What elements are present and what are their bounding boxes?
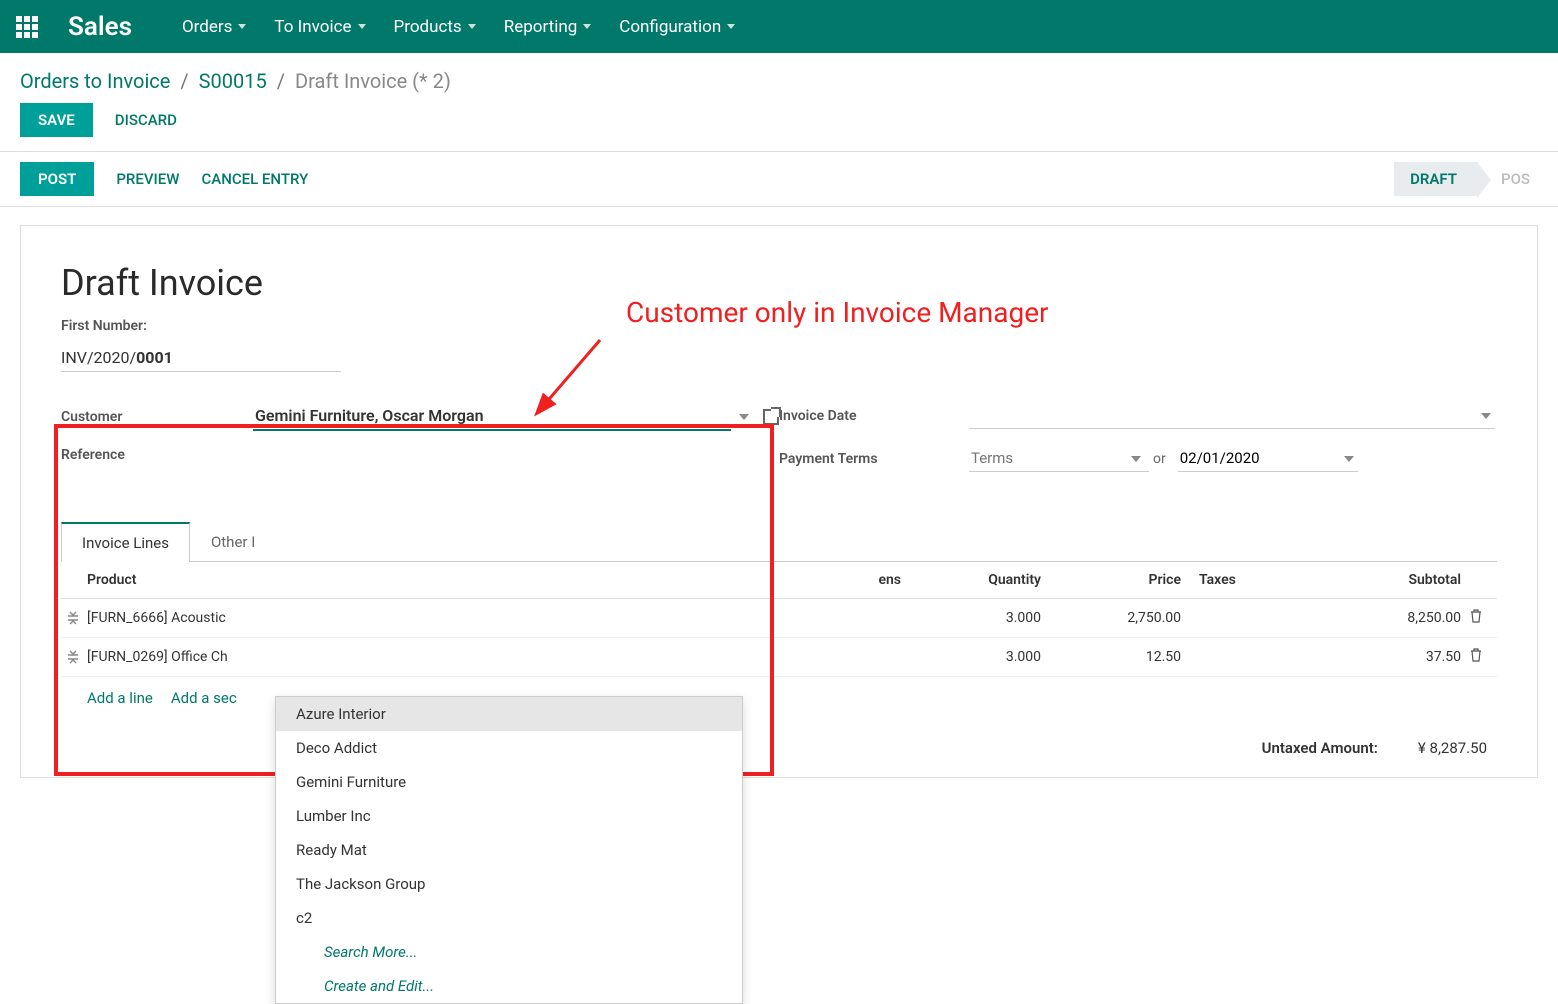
- external-link-icon[interactable]: [763, 409, 779, 425]
- drag-handle-icon[interactable]: [67, 611, 87, 625]
- cell-product[interactable]: [FURN_6666] Acoustic: [87, 610, 562, 626]
- nav-reporting[interactable]: Reporting: [504, 17, 592, 37]
- th-quantity: Quantity: [901, 572, 1041, 588]
- add-section-link[interactable]: Add a sec: [171, 689, 237, 707]
- caret-down-icon: [358, 24, 366, 29]
- apps-icon[interactable]: [16, 16, 38, 38]
- cell-qty[interactable]: 3.000: [901, 649, 1041, 665]
- customer-field[interactable]: [253, 402, 779, 431]
- breadcrumb-s00015[interactable]: S00015: [199, 69, 267, 93]
- cancel-entry-button[interactable]: CANCEL ENTRY: [201, 170, 308, 188]
- action-bar-2: POST PREVIEW CANCEL ENTRY DRAFT POS: [0, 151, 1558, 207]
- add-line-link[interactable]: Add a line: [87, 689, 153, 707]
- nav-orders[interactable]: Orders: [182, 17, 246, 37]
- dropdown-search-more[interactable]: Search More...: [276, 935, 742, 969]
- annotation-arrow-icon: [520, 330, 610, 430]
- invoice-date-input[interactable]: [969, 402, 1495, 429]
- dropdown-create-edit[interactable]: Create and Edit...: [276, 969, 742, 1003]
- action-bar-1: SAVE DISCARD: [0, 103, 1558, 151]
- dropdown-item[interactable]: The Jackson Group: [276, 867, 742, 901]
- dropdown-item[interactable]: c2: [276, 901, 742, 935]
- or-separator: or: [1153, 451, 1166, 467]
- delete-row-icon[interactable]: [1461, 648, 1491, 666]
- untaxed-amount-label: Untaxed Amount:: [1262, 739, 1378, 757]
- tab-other-info[interactable]: Other I: [190, 522, 276, 561]
- payment-terms-label: Payment Terms: [779, 451, 969, 467]
- brand-title[interactable]: Sales: [68, 12, 132, 42]
- cell-product[interactable]: [FURN_0269] Office Ch: [87, 649, 562, 665]
- table-row[interactable]: [FURN_0269] Office Ch 3.000 12.50 37.50: [61, 638, 1497, 677]
- invoice-date-label: Invoice Date: [779, 408, 969, 424]
- status-bar: DRAFT POS: [1394, 162, 1538, 196]
- reference-label: Reference: [61, 447, 253, 463]
- discard-button[interactable]: DISCARD: [115, 111, 177, 129]
- dropdown-caret-icon[interactable]: [1131, 456, 1141, 462]
- tab-invoice-lines[interactable]: Invoice Lines: [61, 522, 190, 562]
- caret-down-icon: [238, 24, 246, 29]
- dropdown-caret-icon[interactable]: [739, 414, 749, 420]
- caret-down-icon: [468, 24, 476, 29]
- th-taxes: Taxes: [1181, 572, 1301, 588]
- cell-qty[interactable]: 3.000: [901, 610, 1041, 626]
- due-date-input[interactable]: [1178, 445, 1358, 472]
- breadcrumb-current: Draft Invoice (* 2): [295, 69, 451, 93]
- caret-down-icon: [727, 24, 735, 29]
- dropdown-item[interactable]: Gemini Furniture: [276, 765, 742, 799]
- customer-dropdown[interactable]: Azure Interior Deco Addict Gemini Furnit…: [275, 696, 743, 1004]
- table-row[interactable]: [FURN_6666] Acoustic 3.000 2,750.00 8,25…: [61, 599, 1497, 638]
- dropdown-item[interactable]: Lumber Inc: [276, 799, 742, 833]
- th-product: Product: [87, 572, 562, 588]
- annotation-text: Customer only in Invoice Manager: [626, 296, 1049, 329]
- status-draft[interactable]: DRAFT: [1394, 162, 1477, 196]
- cell-subtotal: 8,250.00: [1301, 610, 1461, 626]
- th-label: ens: [562, 572, 901, 588]
- cell-subtotal: 37.50: [1301, 649, 1461, 665]
- nav-products[interactable]: Products: [394, 17, 476, 37]
- cell-price[interactable]: 2,750.00: [1041, 610, 1181, 626]
- table-header: Product ens Quantity Price Taxes Subtota…: [61, 562, 1497, 599]
- dropdown-caret-icon[interactable]: [1481, 413, 1491, 419]
- preview-button[interactable]: PREVIEW: [116, 170, 179, 188]
- th-subtotal: Subtotal: [1301, 572, 1461, 588]
- cell-price[interactable]: 12.50: [1041, 649, 1181, 665]
- dropdown-item[interactable]: Deco Addict: [276, 731, 742, 765]
- delete-row-icon[interactable]: [1461, 609, 1491, 627]
- drag-handle-icon[interactable]: [67, 650, 87, 664]
- nav-to-invoice[interactable]: To Invoice: [274, 17, 365, 37]
- nav-configuration[interactable]: Configuration: [619, 17, 735, 37]
- save-button[interactable]: SAVE: [20, 103, 93, 137]
- first-number-field[interactable]: INV/2020/0001: [61, 348, 341, 372]
- tabs: Invoice Lines Other I: [61, 522, 1497, 562]
- post-button[interactable]: POST: [20, 162, 94, 196]
- top-nav: Sales Orders To Invoice Products Reporti…: [0, 0, 1558, 53]
- dropdown-item[interactable]: Ready Mat: [276, 833, 742, 867]
- untaxed-amount-value: ¥ 8,287.50: [1418, 739, 1487, 757]
- nav-menu: Orders To Invoice Products Reporting Con…: [182, 17, 735, 37]
- customer-input[interactable]: [253, 402, 731, 431]
- th-price: Price: [1041, 572, 1181, 588]
- dropdown-item[interactable]: Azure Interior: [276, 697, 742, 731]
- dropdown-caret-icon[interactable]: [1344, 456, 1354, 462]
- breadcrumb: Orders to Invoice / S00015 / Draft Invoi…: [0, 53, 1558, 103]
- payment-terms-input[interactable]: [969, 445, 1149, 472]
- caret-down-icon: [583, 24, 591, 29]
- customer-label: Customer: [61, 409, 253, 425]
- breadcrumb-orders-to-invoice[interactable]: Orders to Invoice: [20, 69, 170, 93]
